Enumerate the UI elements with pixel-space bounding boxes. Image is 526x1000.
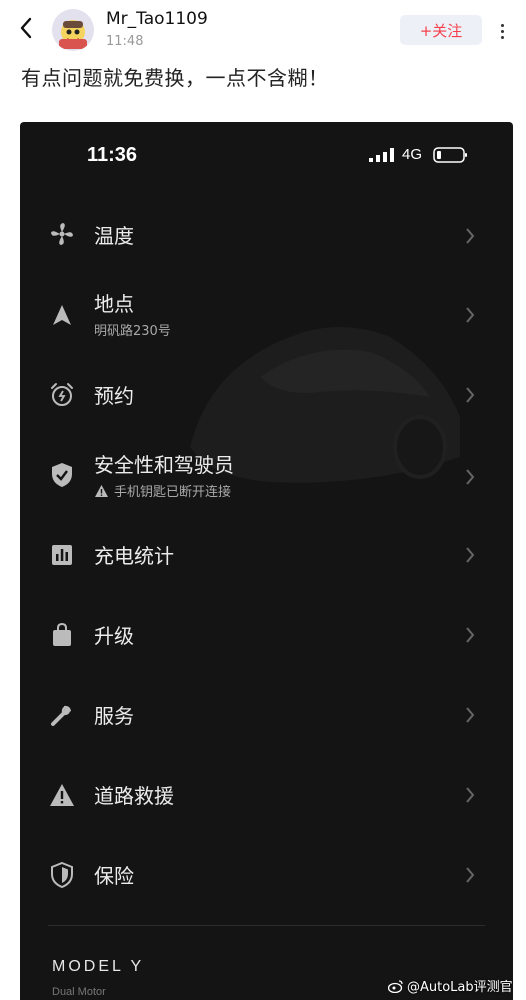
wrench-icon (48, 701, 76, 729)
back-icon[interactable] (14, 14, 38, 42)
shield-check-icon (48, 461, 76, 489)
post-time: 11:48 (106, 34, 144, 49)
post-header: Mr_Tao1109 11:48 +关注 (0, 0, 526, 58)
model-name: MODEL Y (52, 958, 145, 975)
battery-icon (433, 147, 467, 163)
status-time: 11:36 (87, 144, 138, 166)
menu-item-label: 安全性和驾驶员 (94, 453, 234, 477)
warning-text: 手机钥匙已断开连接 (114, 485, 232, 500)
follow-button[interactable]: +关注 (400, 15, 482, 45)
menu-item-label: 升级 (94, 624, 134, 648)
menu-item-label: 服务 (94, 704, 134, 728)
warning-triangle-icon (48, 781, 76, 809)
watermark-text: @AutoLab评测官 (407, 980, 513, 995)
chevron-right-icon (466, 547, 475, 563)
chevron-right-icon (466, 228, 475, 244)
menu-item-schedule[interactable]: 预约 (20, 359, 513, 429)
warning-icon (95, 484, 108, 497)
post-text: 有点问题就免费换，一点不含糊！ (21, 66, 329, 90)
address-text: 明矾路230号 (94, 324, 171, 339)
menu-item-label: 地点 (94, 292, 134, 316)
chevron-right-icon (466, 387, 475, 403)
menu-item-label: 温度 (94, 224, 134, 248)
menu-item-temperature[interactable]: 温度 (20, 199, 513, 269)
shield-icon (48, 861, 76, 889)
location-arrow-icon (48, 301, 76, 329)
shopping-bag-icon (48, 621, 76, 649)
menu-item-upgrade[interactable]: 升级 (20, 599, 513, 669)
signal-icon (369, 148, 394, 162)
menu-item-insurance[interactable]: 保险 (20, 839, 513, 909)
menu-item-charging-stats[interactable]: 充电统计 (20, 519, 513, 589)
chevron-right-icon (466, 307, 475, 323)
menu-item-location[interactable]: 地点 明矾路230号 (20, 279, 513, 349)
menu-item-label: 保险 (94, 864, 134, 888)
chevron-right-icon (466, 707, 475, 723)
bar-chart-icon (48, 541, 76, 569)
chevron-right-icon (466, 787, 475, 803)
location-address: 明矾路230号 (94, 320, 171, 339)
menu-item-label: 充电统计 (94, 544, 174, 568)
chevron-right-icon (466, 469, 475, 485)
avatar[interactable] (52, 9, 94, 51)
model-variant: Dual Motor (52, 986, 106, 998)
phone-key-warning: 手机钥匙已断开连接 (94, 481, 231, 500)
menu-item-safety[interactable]: 安全性和驾驶员 手机钥匙已断开连接 (20, 439, 513, 509)
chevron-right-icon (466, 867, 475, 883)
weibo-icon (388, 979, 403, 993)
more-icon[interactable] (492, 18, 512, 44)
menu-item-service[interactable]: 服务 (20, 679, 513, 749)
menu-item-label: 预约 (94, 384, 134, 408)
username[interactable]: Mr_Tao1109 (106, 9, 208, 29)
network-type: 4G (402, 146, 423, 163)
menu-item-label: 道路救援 (94, 784, 174, 808)
fan-icon (48, 220, 76, 248)
menu-item-roadside-assistance[interactable]: 道路救援 (20, 759, 513, 829)
divider (48, 925, 485, 926)
watermark: @AutoLab评测官 (388, 976, 513, 995)
chevron-right-icon (466, 627, 475, 643)
post-image[interactable]: 11:36 4G 温度 地点 明矾路230号 预约 安全性和驾驶员 手机钥匙已断… (20, 122, 513, 1000)
alarm-clock-icon (48, 381, 76, 409)
